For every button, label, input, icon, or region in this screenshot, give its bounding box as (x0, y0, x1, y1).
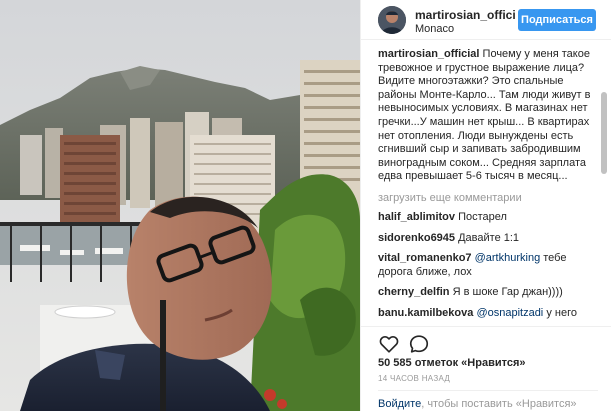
load-more-comments-link[interactable]: загрузить еще комментарии (378, 192, 597, 204)
instagram-post-window: martirosian_official Monaco Подписаться … (0, 0, 611, 411)
comment-item: cherny_delfin Я в шоке Гар джан)))) (378, 286, 592, 300)
comment-item: halif_ablimitov Постарел (378, 211, 592, 225)
divider (378, 390, 598, 391)
login-prompt: Войдите, чтобы поставить «Нравится» (378, 398, 577, 410)
caption: martirosian_official Почему у меня такое… (378, 48, 592, 184)
comment-author[interactable]: banu.kamilbekova (378, 307, 473, 319)
monaco-photo-image (0, 0, 360, 411)
likes-suffix: отметок «Нравится» (414, 357, 526, 369)
comment-text: у него (546, 306, 577, 319)
avatar-image (378, 6, 406, 34)
avatar[interactable] (378, 6, 406, 34)
comment-mention[interactable]: @osnapitzadi (476, 307, 543, 319)
comment-item: sidorenko6945 Давайте 1:1 (378, 232, 592, 246)
comments-list: martirosian_official Почему у меня такое… (361, 40, 597, 326)
caption-author[interactable]: martirosian_official (378, 48, 479, 60)
heart-icon[interactable] (378, 333, 400, 355)
post-location[interactable]: Monaco (415, 23, 454, 35)
caption-text: Почему у меня такое тревожное и грустное… (378, 48, 591, 183)
post-actions: 50 585 отметок «Нравится» 14 ЧАСОВ НАЗАД… (361, 326, 611, 411)
comment-author[interactable]: cherny_delfin (378, 286, 450, 298)
comment-mention[interactable]: @artkhurking (475, 252, 541, 264)
comment-text: Постарел (458, 210, 507, 223)
comment-author[interactable]: sidorenko6945 (378, 232, 455, 244)
comment-text: Давайте 1:1 (458, 231, 520, 244)
follow-button[interactable]: Подписаться (518, 9, 596, 31)
login-prompt-text: , чтобы поставить «Нравится» (421, 398, 577, 410)
comment-item: banu.kamilbekova @osnapitzadi у него (378, 307, 592, 321)
post-timestamp: 14 ЧАСОВ НАЗАД (378, 374, 451, 383)
post-author-username[interactable]: martirosian_official (415, 8, 515, 22)
likes-count[interactable]: 50 585 отметок «Нравится» (378, 357, 526, 369)
post-photo[interactable] (0, 0, 360, 411)
comment-item: vital_romanenko7 @artkhurking тебе дорог… (378, 252, 592, 279)
comment-author[interactable]: vital_romanenko7 (378, 252, 472, 264)
comment-text: Я в шоке Гар джан)))) (452, 286, 563, 299)
likes-number: 50 585 (378, 357, 412, 369)
login-link[interactable]: Войдите (378, 398, 421, 410)
post-side-panel: martirosian_official Monaco Подписаться … (360, 0, 611, 411)
scrollbar-thumb[interactable] (601, 92, 607, 174)
comment-author[interactable]: halif_ablimitov (378, 211, 455, 223)
post-header: martirosian_official Monaco Подписаться (361, 0, 611, 40)
comments-scrollbar[interactable] (601, 44, 608, 324)
speech-bubble-icon[interactable] (408, 333, 430, 355)
